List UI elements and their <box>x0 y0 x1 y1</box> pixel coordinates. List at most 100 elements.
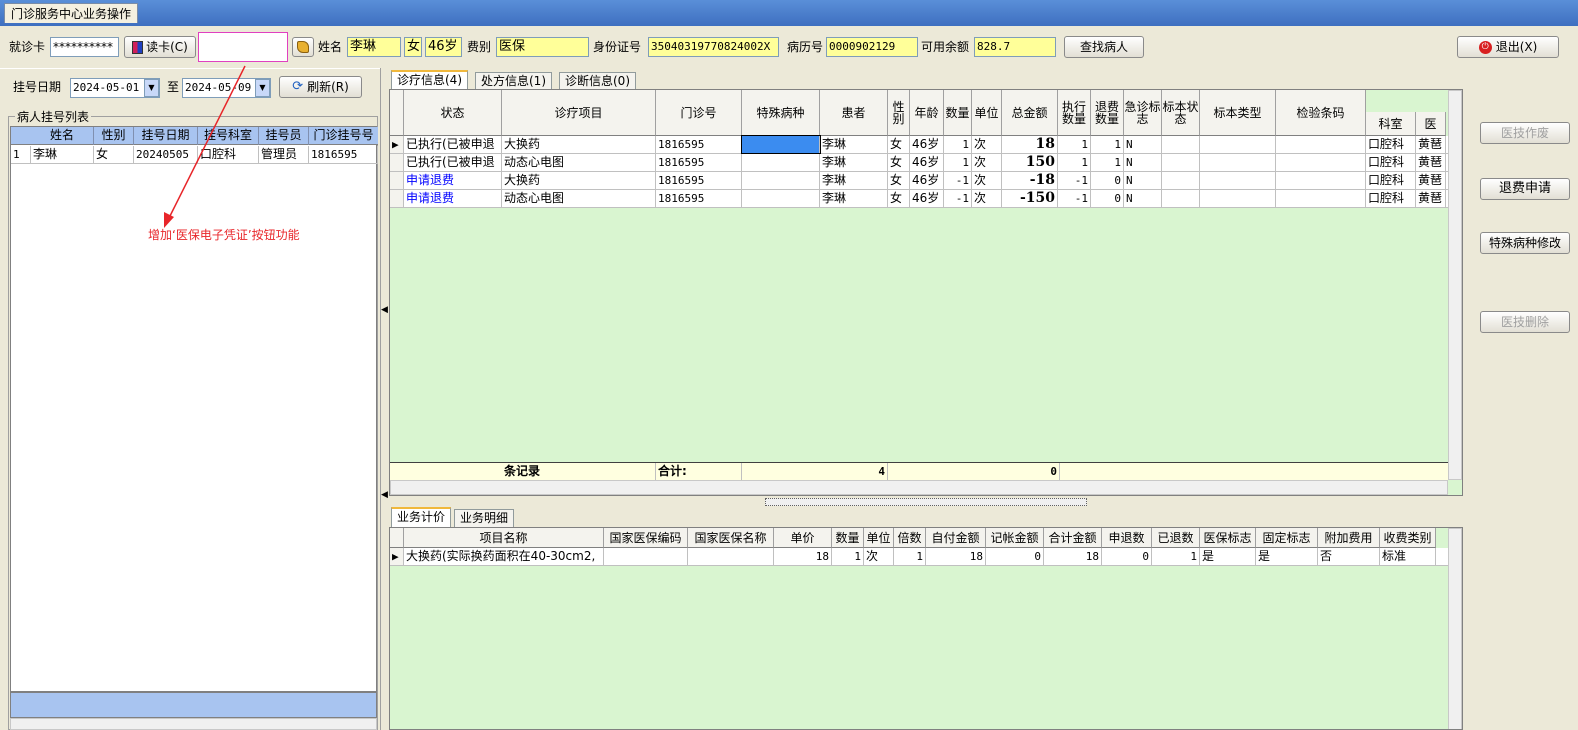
column-header[interactable]: 数量 <box>832 528 864 548</box>
cell-total: -150 <box>1002 190 1058 207</box>
grid-cell: 1 <box>832 548 864 565</box>
clear-button[interactable] <box>292 37 314 57</box>
read-card-button[interactable]: 读卡(C) <box>124 36 196 58</box>
column-header[interactable]: 年龄 <box>910 90 944 136</box>
column-header[interactable]: 医保标志 <box>1200 528 1256 548</box>
table-row[interactable]: 申请退费 大换药 1816595 李琳女 46岁 -1 次 -18 -1 0 N 口腔科 黄琶 <box>390 172 1448 190</box>
cell-dept: 口腔科 <box>1366 154 1416 171</box>
tab-billing[interactable]: 业务计价 <box>391 507 452 527</box>
cell-total: -18 <box>1002 172 1058 189</box>
exit-button[interactable]: ⏻ 退出(X) <box>1457 36 1559 58</box>
column-header[interactable]: 科室 <box>1366 112 1416 136</box>
column-header[interactable]: 状态 <box>404 90 502 136</box>
record-number-field: 0000902129 <box>826 37 918 57</box>
cancel-medtech-button[interactable]: 医技作废 <box>1480 122 1570 144</box>
collapse-left-icon[interactable]: ◀ <box>381 305 388 315</box>
column-header[interactable]: 国家医保名称 <box>688 528 774 548</box>
column-header[interactable]: 性别 <box>888 90 910 136</box>
column-header[interactable]: 合计金额 <box>1044 528 1102 548</box>
column-header[interactable]: 单价 <box>774 528 832 548</box>
column-header[interactable]: 数量 <box>944 90 972 136</box>
cell-age: 46岁 <box>910 136 944 153</box>
cell-item: 动态心电图 <box>502 190 656 207</box>
cell-special <box>741 135 821 154</box>
grid-cell <box>1162 136 1200 153</box>
cell-unit: 次 <box>972 136 1002 153</box>
grid-cell: 1 <box>1152 548 1200 565</box>
grid-cell <box>1200 172 1276 189</box>
column-header[interactable]: 单位 <box>972 90 1002 136</box>
column-header[interactable]: 国家医保编码 <box>604 528 688 548</box>
column-header[interactable]: 自付金额 <box>926 528 986 548</box>
grid-cell: 0 <box>1102 548 1152 565</box>
column-header[interactable]: 急诊标志 <box>1124 90 1162 136</box>
cell-qty: -1 <box>944 172 972 189</box>
column-header[interactable]: 单位 <box>864 528 894 548</box>
column-header[interactable]: 执行数量 <box>1058 90 1091 136</box>
column-header[interactable]: 收费类别 <box>1380 528 1436 548</box>
grid-cell: 标准 <box>1380 548 1436 565</box>
cell-item: 大换药 <box>502 172 656 189</box>
column-header[interactable]: 诊疗项目 <box>502 90 656 136</box>
vertical-scrollbar[interactable] <box>1448 90 1462 480</box>
cell-name: 李琳 <box>31 146 94 163</box>
table-row[interactable]: 已执行(已被申退 动态心电图 1816595 李琳女 46岁 1 次 150 1 1 N 口腔科 黄琶 <box>390 154 1448 172</box>
cell-doctor: 黄琶 <box>1416 136 1446 153</box>
tab-billing-detail[interactable]: 业务明细 <box>454 509 515 527</box>
cell-special <box>742 172 820 189</box>
card-input[interactable]: ********** <box>50 37 119 57</box>
column-header[interactable]: 医 <box>1416 112 1446 136</box>
cell-patient: 李琳 <box>820 190 888 207</box>
column-header[interactable]: 特殊病种 <box>742 90 820 136</box>
vertical-splitter[interactable] <box>380 68 388 730</box>
cell-status: 申请退费 <box>404 190 502 207</box>
column-header[interactable]: 标本类型 <box>1200 90 1276 136</box>
collapse-left-icon[interactable]: ◀ <box>381 490 388 500</box>
column-header[interactable]: 记帐金额 <box>986 528 1044 548</box>
cell-special <box>742 154 820 171</box>
find-patient-button[interactable]: 查找病人 <box>1064 36 1144 58</box>
horizontal-scrollbar[interactable] <box>10 718 377 730</box>
tab-prescription-info[interactable]: 处方信息(1) <box>475 72 552 90</box>
table-row[interactable]: 申请退费 动态心电图 1816595 李琳女 46岁 -1 次 -150 -1 0 N 口腔科 黄琶 <box>390 190 1448 208</box>
grid-cell <box>688 548 774 565</box>
special-disease-edit-button[interactable]: 特殊病种修改 <box>1480 232 1570 254</box>
table-row[interactable]: ▶ 大换药(实际换药面积在40-30cm2, 18 1 次 1 18 0 18 0 1 是是否标准 <box>390 548 1448 566</box>
column-header[interactable]: 附加费用 <box>1318 528 1380 548</box>
annotation-arrow <box>164 65 246 228</box>
cell-total: 18 <box>1002 136 1058 153</box>
horizontal-scrollbar[interactable] <box>390 480 1448 495</box>
cell-status: 已执行(已被申退 <box>404 136 502 153</box>
column-header[interactable]: 项目名称 <box>404 528 604 548</box>
balance-field: 828.7 <box>974 37 1056 57</box>
column-header[interactable]: 已退数 <box>1152 528 1200 548</box>
horizontal-splitter[interactable] <box>765 498 1087 506</box>
treatment-grid: 状态 诊疗项目 门诊号 特殊病种 患者 性别 年龄 数量 单位 总金额 执行数量 退费数量 急诊标志 标本… <box>389 89 1463 496</box>
highlighted-button-slot[interactable] <box>198 32 288 62</box>
refund-request-button[interactable]: 退费申请 <box>1480 178 1570 200</box>
read-card-label: 读卡(C) <box>146 40 188 54</box>
delete-medtech-button[interactable]: 医技删除 <box>1480 311 1570 333</box>
column-header[interactable]: 倍数 <box>894 528 926 548</box>
column-header[interactable]: 检验条码 <box>1276 90 1366 136</box>
cell-qty: -1 <box>944 190 972 207</box>
column-header[interactable]: 门诊号 <box>656 90 742 136</box>
column-header[interactable]: 总金额 <box>1002 90 1058 136</box>
sum-label: 合计: <box>656 463 742 480</box>
column-header[interactable]: 退费数量 <box>1091 90 1124 136</box>
tab-diagnosis-info[interactable]: 诊断信息(0) <box>559 72 636 90</box>
age-field: 46岁 <box>425 37 462 57</box>
column-header[interactable]: 申退数 <box>1102 528 1152 548</box>
card-label: 就诊卡 <box>9 40 46 54</box>
vertical-scrollbar[interactable] <box>1448 528 1462 729</box>
column-header[interactable]: 标本状态 <box>1162 90 1200 136</box>
column-header[interactable]: 患者 <box>820 90 888 136</box>
tab-treatment-info[interactable]: 诊疗信息(4) <box>391 70 468 90</box>
name-field: 李琳 <box>347 37 401 57</box>
cell-age: 46岁 <box>910 172 944 189</box>
grid-cell <box>1200 190 1276 207</box>
sex-field: 女 <box>404 37 422 57</box>
table-row[interactable]: ▶ 已执行(已被申退 大换药 1816595 李琳女 46岁 1 次 18 1 1 N 口腔科 黄琶 <box>390 135 1448 154</box>
column-header[interactable]: 固定标志 <box>1256 528 1318 548</box>
cell-age: 46岁 <box>910 190 944 207</box>
